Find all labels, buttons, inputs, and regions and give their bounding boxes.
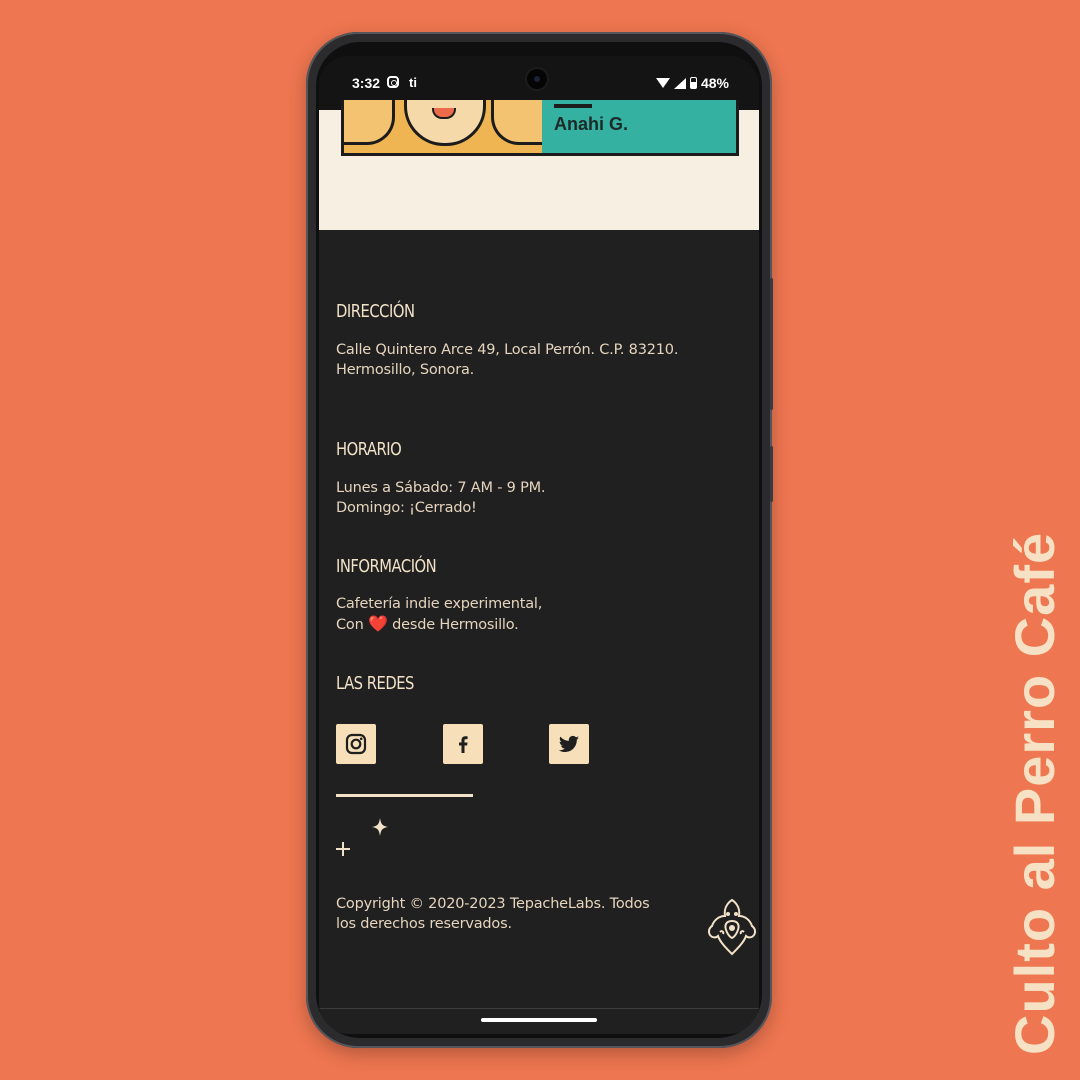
side-title: Culto al Perro Café — [1003, 531, 1066, 1055]
nav-divider — [319, 1008, 759, 1009]
avatar-illustration — [344, 100, 545, 153]
team-card[interactable]: Anahi G. — [341, 100, 739, 156]
heading-horario: HORARIO — [336, 439, 402, 460]
cafe-logo-icon — [707, 898, 757, 956]
phone-frame: 3:32 ti 48% Anahi G. DIRECCIÓN Calle Qui… — [306, 32, 773, 1048]
volume-button — [770, 446, 773, 502]
twitter-button[interactable] — [549, 724, 589, 764]
home-gesture-bar[interactable] — [481, 1018, 597, 1022]
signal-icon — [673, 77, 686, 89]
instagram-notification-icon — [387, 76, 399, 88]
hair-left — [344, 100, 395, 145]
screen: 3:32 ti 48% Anahi G. DIRECCIÓN Calle Qui… — [319, 56, 759, 1034]
copyright-line-1: Copyright © 2020-2023 TepacheLabs. Todos — [336, 896, 650, 912]
facebook-button[interactable] — [443, 724, 483, 764]
hours-line-1: Lunes a Sábado: 7 AM - 9 PM. — [336, 480, 546, 496]
heading-informacion: INFORMACIÓN — [336, 556, 437, 577]
front-camera — [527, 69, 547, 89]
heading-direccion: DIRECCIÓN — [336, 301, 415, 322]
name-dash — [554, 104, 592, 108]
copyright-line-2: los derechos reservados. — [336, 916, 512, 932]
instagram-icon — [345, 733, 367, 755]
address-line-1: Calle Quintero Arce 49, Local Perrón. C.… — [336, 342, 679, 358]
info-line-2-post: desde Hermosillo. — [392, 617, 519, 633]
heading-redes: LAS REDES — [336, 673, 414, 694]
info-line-2-pre: Con — [336, 617, 364, 633]
hair-right — [491, 100, 542, 145]
heart-icon: ❤️ — [368, 614, 388, 633]
status-time: 3:32 — [352, 75, 381, 91]
phone-bezel: 3:32 ti 48% Anahi G. DIRECCIÓN Calle Qui… — [316, 42, 762, 1038]
info-line-1: Cafetería indie experimental, — [336, 596, 543, 612]
facebook-icon — [459, 736, 468, 753]
wifi-icon — [655, 78, 670, 88]
battery-level: 48% — [700, 75, 729, 91]
footer-divider — [336, 794, 473, 797]
twitter-icon — [558, 735, 579, 752]
name-box: Anahi G. — [542, 100, 736, 153]
face — [404, 100, 486, 146]
battery-icon — [689, 77, 697, 89]
info-line-2: Con ❤️ desde Hermosillo. — [336, 614, 519, 635]
sparkle-icon — [372, 818, 388, 836]
plus-sparkle-icon — [336, 842, 350, 856]
team-member-name: Anahi G. — [554, 114, 629, 134]
team-section: Anahi G. — [319, 100, 759, 230]
instagram-button[interactable] — [336, 724, 376, 764]
hours-line-2: Domingo: ¡Cerrado! — [336, 500, 477, 516]
teams-notification-icon: ti — [409, 75, 417, 90]
address-line-2: Hermosillo, Sonora. — [336, 362, 475, 378]
status-right: 48% — [655, 75, 729, 91]
power-button — [770, 278, 773, 410]
